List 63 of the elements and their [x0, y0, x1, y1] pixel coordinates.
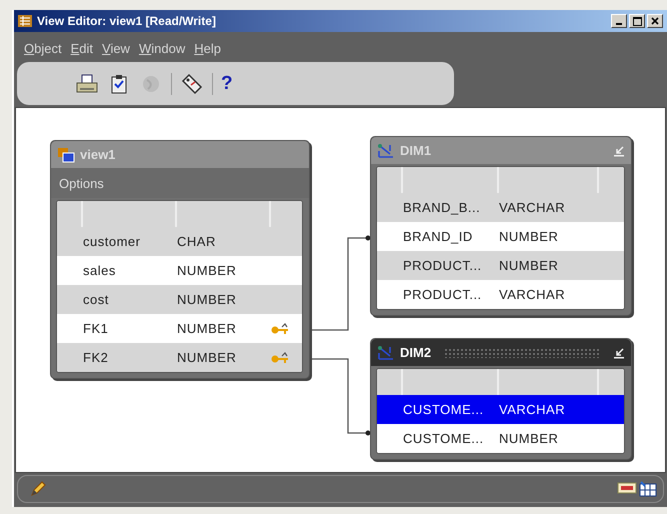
text-field-icon [617, 481, 637, 495]
column-name: CUSTOME... [403, 431, 485, 446]
column-row[interactable]: PRODUCT... NUMBER [377, 251, 624, 280]
menu-item[interactable]: Window [138, 41, 186, 56]
menu-item[interactable]: Edit [70, 41, 93, 56]
column-row[interactable]: CUSTOME... VARCHAR [377, 395, 624, 424]
minimize-button[interactable] [611, 14, 627, 28]
column-type: NUMBER [177, 263, 238, 278]
column-type: NUMBER [499, 431, 560, 446]
maximize-button[interactable] [629, 14, 645, 28]
column-row[interactable]: BRAND_B... VARCHAR [377, 193, 624, 222]
column-name: FK1 [83, 321, 110, 336]
dimension-icon [377, 142, 395, 158]
printer-icon [76, 74, 98, 94]
pencil-icon [30, 481, 46, 497]
column-name: cost [83, 292, 110, 307]
table-node[interactable]: DIM1 BRAND_B... VARCHAR BRAND_ID NUMBER PRODUCT... NUMBER PRODUCT... VARCHAR [370, 136, 632, 316]
column-type: NUMBER [177, 321, 238, 336]
column-name: BRAND_ID [403, 229, 474, 244]
column-type: VARCHAR [499, 402, 566, 417]
column-type: NUMBER [499, 258, 560, 273]
close-icon [651, 17, 659, 25]
close-button[interactable] [647, 14, 663, 28]
menu-item[interactable]: Help [194, 41, 221, 56]
key-icon [271, 352, 289, 364]
column-name: PRODUCT... [403, 287, 483, 302]
minimize-node-icon[interactable] [613, 144, 625, 156]
node-title: DIM1 [400, 143, 432, 158]
dimension-icon [377, 344, 395, 360]
minimize-node-icon[interactable] [613, 346, 625, 358]
grid-icon [639, 481, 657, 497]
column-type: CHAR [177, 234, 217, 249]
menu-item[interactable]: Object [24, 41, 62, 56]
column-type: VARCHAR [499, 287, 566, 302]
menu-item[interactable]: View [102, 41, 130, 56]
key-icon [271, 322, 289, 334]
toolbar-button[interactable] [180, 72, 204, 96]
help-button[interactable]: ? [221, 72, 233, 94]
column-name: CUSTOME... [403, 402, 485, 417]
toolbar-button[interactable] [75, 72, 99, 96]
column-type: NUMBER [177, 292, 238, 307]
column-type: NUMBER [499, 229, 560, 244]
column-row[interactable]: cost NUMBER [57, 285, 302, 314]
column-name: BRAND_B... [403, 200, 482, 215]
node-title: view1 [80, 147, 116, 162]
table-node[interactable]: DIM2 CUSTOME... VARCHAR CUSTOME... NUMBER [370, 338, 632, 460]
options-label: Options [51, 168, 309, 198]
column-name: sales [83, 263, 117, 278]
column-name: PRODUCT... [403, 258, 483, 273]
column-row[interactable]: FK2 NUMBER [57, 343, 302, 372]
node-title: DIM2 [400, 345, 432, 360]
column-row[interactable]: customer CHAR [57, 227, 302, 256]
column-type: VARCHAR [499, 200, 566, 215]
view-icon [57, 146, 75, 162]
table-node[interactable]: view1 Options customer CHAR sales NUMBER cost NUMBER FK1 NUMBER FK2 NUMBER [50, 140, 310, 379]
tag-icon [181, 72, 203, 94]
column-type: NUMBER [177, 350, 238, 365]
column-name: customer [83, 234, 142, 249]
window-icon [18, 15, 32, 27]
clipboard-icon [110, 74, 128, 94]
window-title: View Editor: view1 [Read/Write] [37, 14, 217, 28]
maximize-icon [632, 16, 642, 26]
column-name: FK2 [83, 350, 110, 365]
